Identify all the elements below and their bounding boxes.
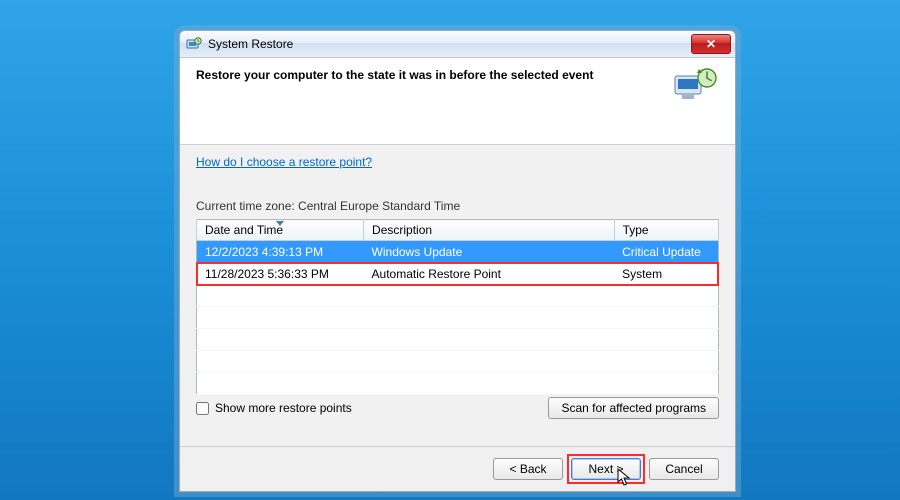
timezone-label: Current time zone: Central Europe Standa… [196,199,719,213]
close-icon: ✕ [706,38,716,50]
close-button[interactable]: ✕ [691,34,731,54]
help-link[interactable]: How do I choose a restore point? [196,155,372,169]
col-type[interactable]: Type [614,220,718,241]
cell-desc: Automatic Restore Point [364,263,615,285]
table-row [197,307,719,329]
table-row [197,373,719,395]
wizard-footer: < Back Next > Cancel [180,446,735,491]
page-heading: Restore your computer to the state it wa… [196,68,719,82]
col-desc-label: Description [372,223,432,237]
cell-date: 12/2/2023 4:39:13 PM [197,241,364,263]
cell-desc: Windows Update [364,241,615,263]
cell-type: Critical Update [614,241,718,263]
system-restore-window: System Restore ✕ Restore your computer t… [179,30,736,492]
cell-type: System [614,263,718,285]
table-row[interactable]: 11/28/2023 5:36:33 PM Automatic Restore … [197,263,719,285]
table-row [197,351,719,373]
restore-point-table-wrap: Date and Time Description Type 12/2/2023… [196,219,719,387]
scan-affected-button[interactable]: Scan for affected programs [548,397,719,419]
titlebar[interactable]: System Restore ✕ [180,31,735,58]
below-table-row: Show more restore points Scan for affect… [196,397,719,419]
col-desc[interactable]: Description [364,220,615,241]
next-button-wrap: Next > [571,458,641,480]
show-more-label: Show more restore points [215,401,352,415]
restore-graphic-icon [673,66,719,106]
cell-date: 11/28/2023 5:36:33 PM [197,263,364,285]
wizard-body: How do I choose a restore point? Current… [180,145,735,419]
wizard-header: Restore your computer to the state it wa… [180,58,735,145]
col-type-label: Type [623,223,649,237]
table-row [197,285,719,307]
next-button[interactable]: Next > [571,458,641,480]
col-date-label: Date and Time [205,223,283,237]
col-date[interactable]: Date and Time [197,220,364,241]
show-more-checkbox[interactable]: Show more restore points [196,401,352,415]
table-row [197,329,719,351]
system-restore-icon [186,36,202,52]
sort-indicator-icon [276,221,284,226]
window-title: System Restore [208,37,691,51]
show-more-checkbox-input[interactable] [196,402,209,415]
table-row[interactable]: 12/2/2023 4:39:13 PM Windows Update Crit… [197,241,719,263]
back-button[interactable]: < Back [493,458,563,480]
cancel-button[interactable]: Cancel [649,458,719,480]
restore-point-table[interactable]: Date and Time Description Type 12/2/2023… [196,219,719,395]
